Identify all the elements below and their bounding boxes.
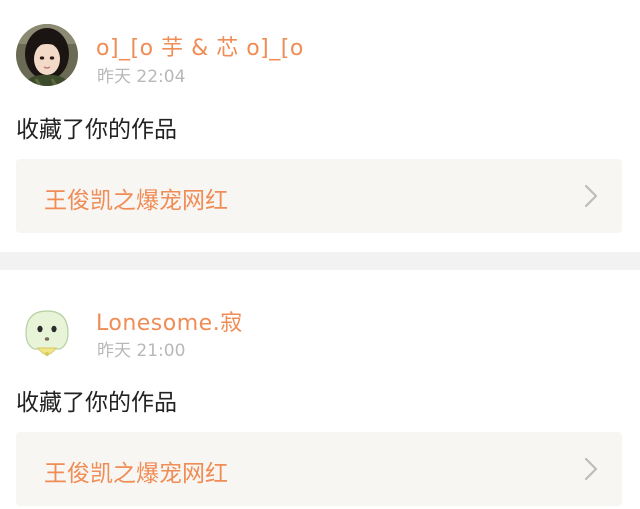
action-text: 收藏了你的作品 bbox=[16, 117, 177, 143]
section-divider bbox=[0, 252, 640, 270]
notification-item: o]_[o 芋 & 芯 o]_[o 昨天 22:04 收藏了你的作品 王俊凯之爆… bbox=[0, 0, 640, 252]
username[interactable]: Lonesome.寂 bbox=[96, 305, 243, 337]
work-title: 王俊凯之爆宠网红 bbox=[44, 188, 228, 214]
chevron-right-icon bbox=[584, 184, 598, 208]
chevron-right-icon bbox=[584, 457, 598, 481]
cartoon-ghost-avatar-icon[interactable] bbox=[16, 303, 78, 365]
timestamp: 昨天 22:04 bbox=[97, 67, 186, 87]
girl-photo-avatar-icon[interactable] bbox=[16, 24, 78, 86]
timestamp: 昨天 21:00 bbox=[97, 341, 186, 361]
username[interactable]: o]_[o 芋 & 芯 o]_[o bbox=[96, 30, 304, 62]
notification-item: Lonesome.寂 昨天 21:00 收藏了你的作品 王俊凯之爆宠网红 bbox=[0, 270, 640, 509]
work-title: 王俊凯之爆宠网红 bbox=[44, 461, 228, 487]
work-link[interactable]: 王俊凯之爆宠网红 bbox=[16, 432, 622, 506]
work-link[interactable]: 王俊凯之爆宠网红 bbox=[16, 159, 622, 233]
action-text: 收藏了你的作品 bbox=[16, 390, 177, 416]
